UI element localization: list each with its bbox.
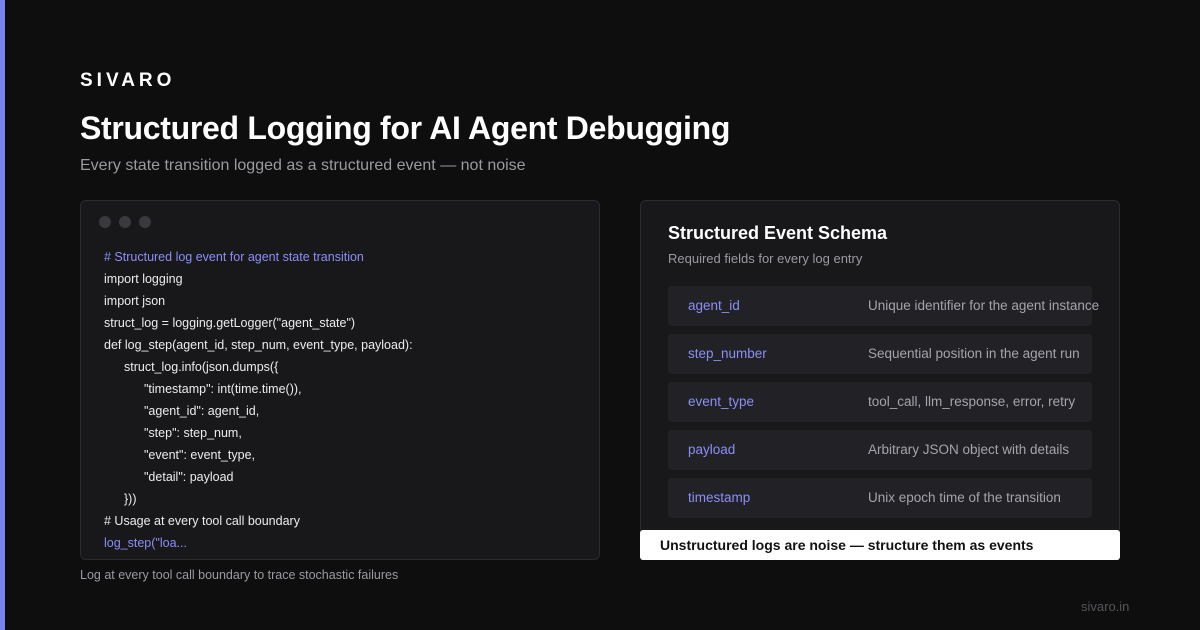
brand-logo: SIVARO	[80, 70, 176, 91]
code-line: import json	[104, 294, 166, 308]
callout-text: Unstructured logs are noise — structure …	[660, 537, 1034, 553]
code-panel: # Structured log event for agent state t…	[80, 200, 600, 560]
window-dot-icon	[99, 216, 111, 228]
code-line: def log_step(agent_id, step_num, event_t…	[104, 338, 413, 352]
page-subtitle: Every state transition logged as a struc…	[80, 157, 526, 174]
window-dot-icon	[119, 216, 131, 228]
code-line: "step": step_num,	[144, 426, 242, 440]
window-controls	[99, 216, 151, 228]
callout-banner: Unstructured logs are noise — structure …	[640, 530, 1120, 560]
code-line: log_step("loa...	[104, 536, 187, 550]
schema-row: event_type tool_call, llm_response, erro…	[668, 382, 1092, 422]
field-name: event_type	[688, 394, 755, 409]
schema-row: agent_id Unique identifier for the agent…	[668, 286, 1099, 326]
code-block: # Structured log event for agent state t…	[104, 246, 589, 554]
schema-panel: Structured Event Schema Required fields …	[640, 200, 1120, 540]
field-description: Sequential position in the agent run	[868, 346, 1080, 361]
field-description: tool_call, llm_response, error, retry	[868, 394, 1076, 409]
schema-row: step_number Sequential position in the a…	[668, 334, 1092, 374]
schema-row: timestamp Unix epoch time of the transit…	[668, 478, 1092, 518]
code-line: "timestamp": int(time.time()),	[144, 382, 302, 396]
field-name: step_number	[688, 346, 767, 361]
field-description: Arbitrary JSON object with details	[868, 442, 1070, 457]
code-line: # Structured log event for agent state t…	[104, 250, 364, 264]
schema-row: payload Arbitrary JSON object with detai…	[668, 430, 1092, 470]
field-description: Unix epoch time of the transition	[868, 490, 1061, 505]
schema-subtitle: Required fields for every log entry	[668, 251, 863, 266]
code-line: struct_log = logging.getLogger("agent_st…	[104, 316, 356, 330]
field-description: Unique identifier for the agent instance	[868, 298, 1100, 313]
code-line: # Usage at every tool call boundary	[104, 514, 300, 528]
code-line: "event": event_type,	[144, 448, 256, 462]
accent-bar	[0, 0, 5, 630]
code-caption: Log at every tool call boundary to trace…	[80, 568, 399, 582]
code-line: struct_log.info(json.dumps({	[124, 360, 279, 374]
footer-url: sivaro.in	[1081, 599, 1130, 614]
page-title: Structured Logging for AI Agent Debuggin…	[80, 110, 731, 146]
schema-title: Structured Event Schema	[668, 223, 888, 243]
code-line: }))	[124, 492, 137, 506]
code-line: "detail": payload	[144, 470, 234, 484]
code-line: import logging	[104, 272, 183, 286]
window-dot-icon	[139, 216, 151, 228]
schema-field-list: agent_id Unique identifier for the agent…	[668, 286, 1099, 526]
field-name: timestamp	[688, 490, 751, 505]
field-name: agent_id	[688, 298, 740, 313]
code-line: "agent_id": agent_id,	[144, 404, 260, 418]
field-name: payload	[688, 442, 736, 457]
